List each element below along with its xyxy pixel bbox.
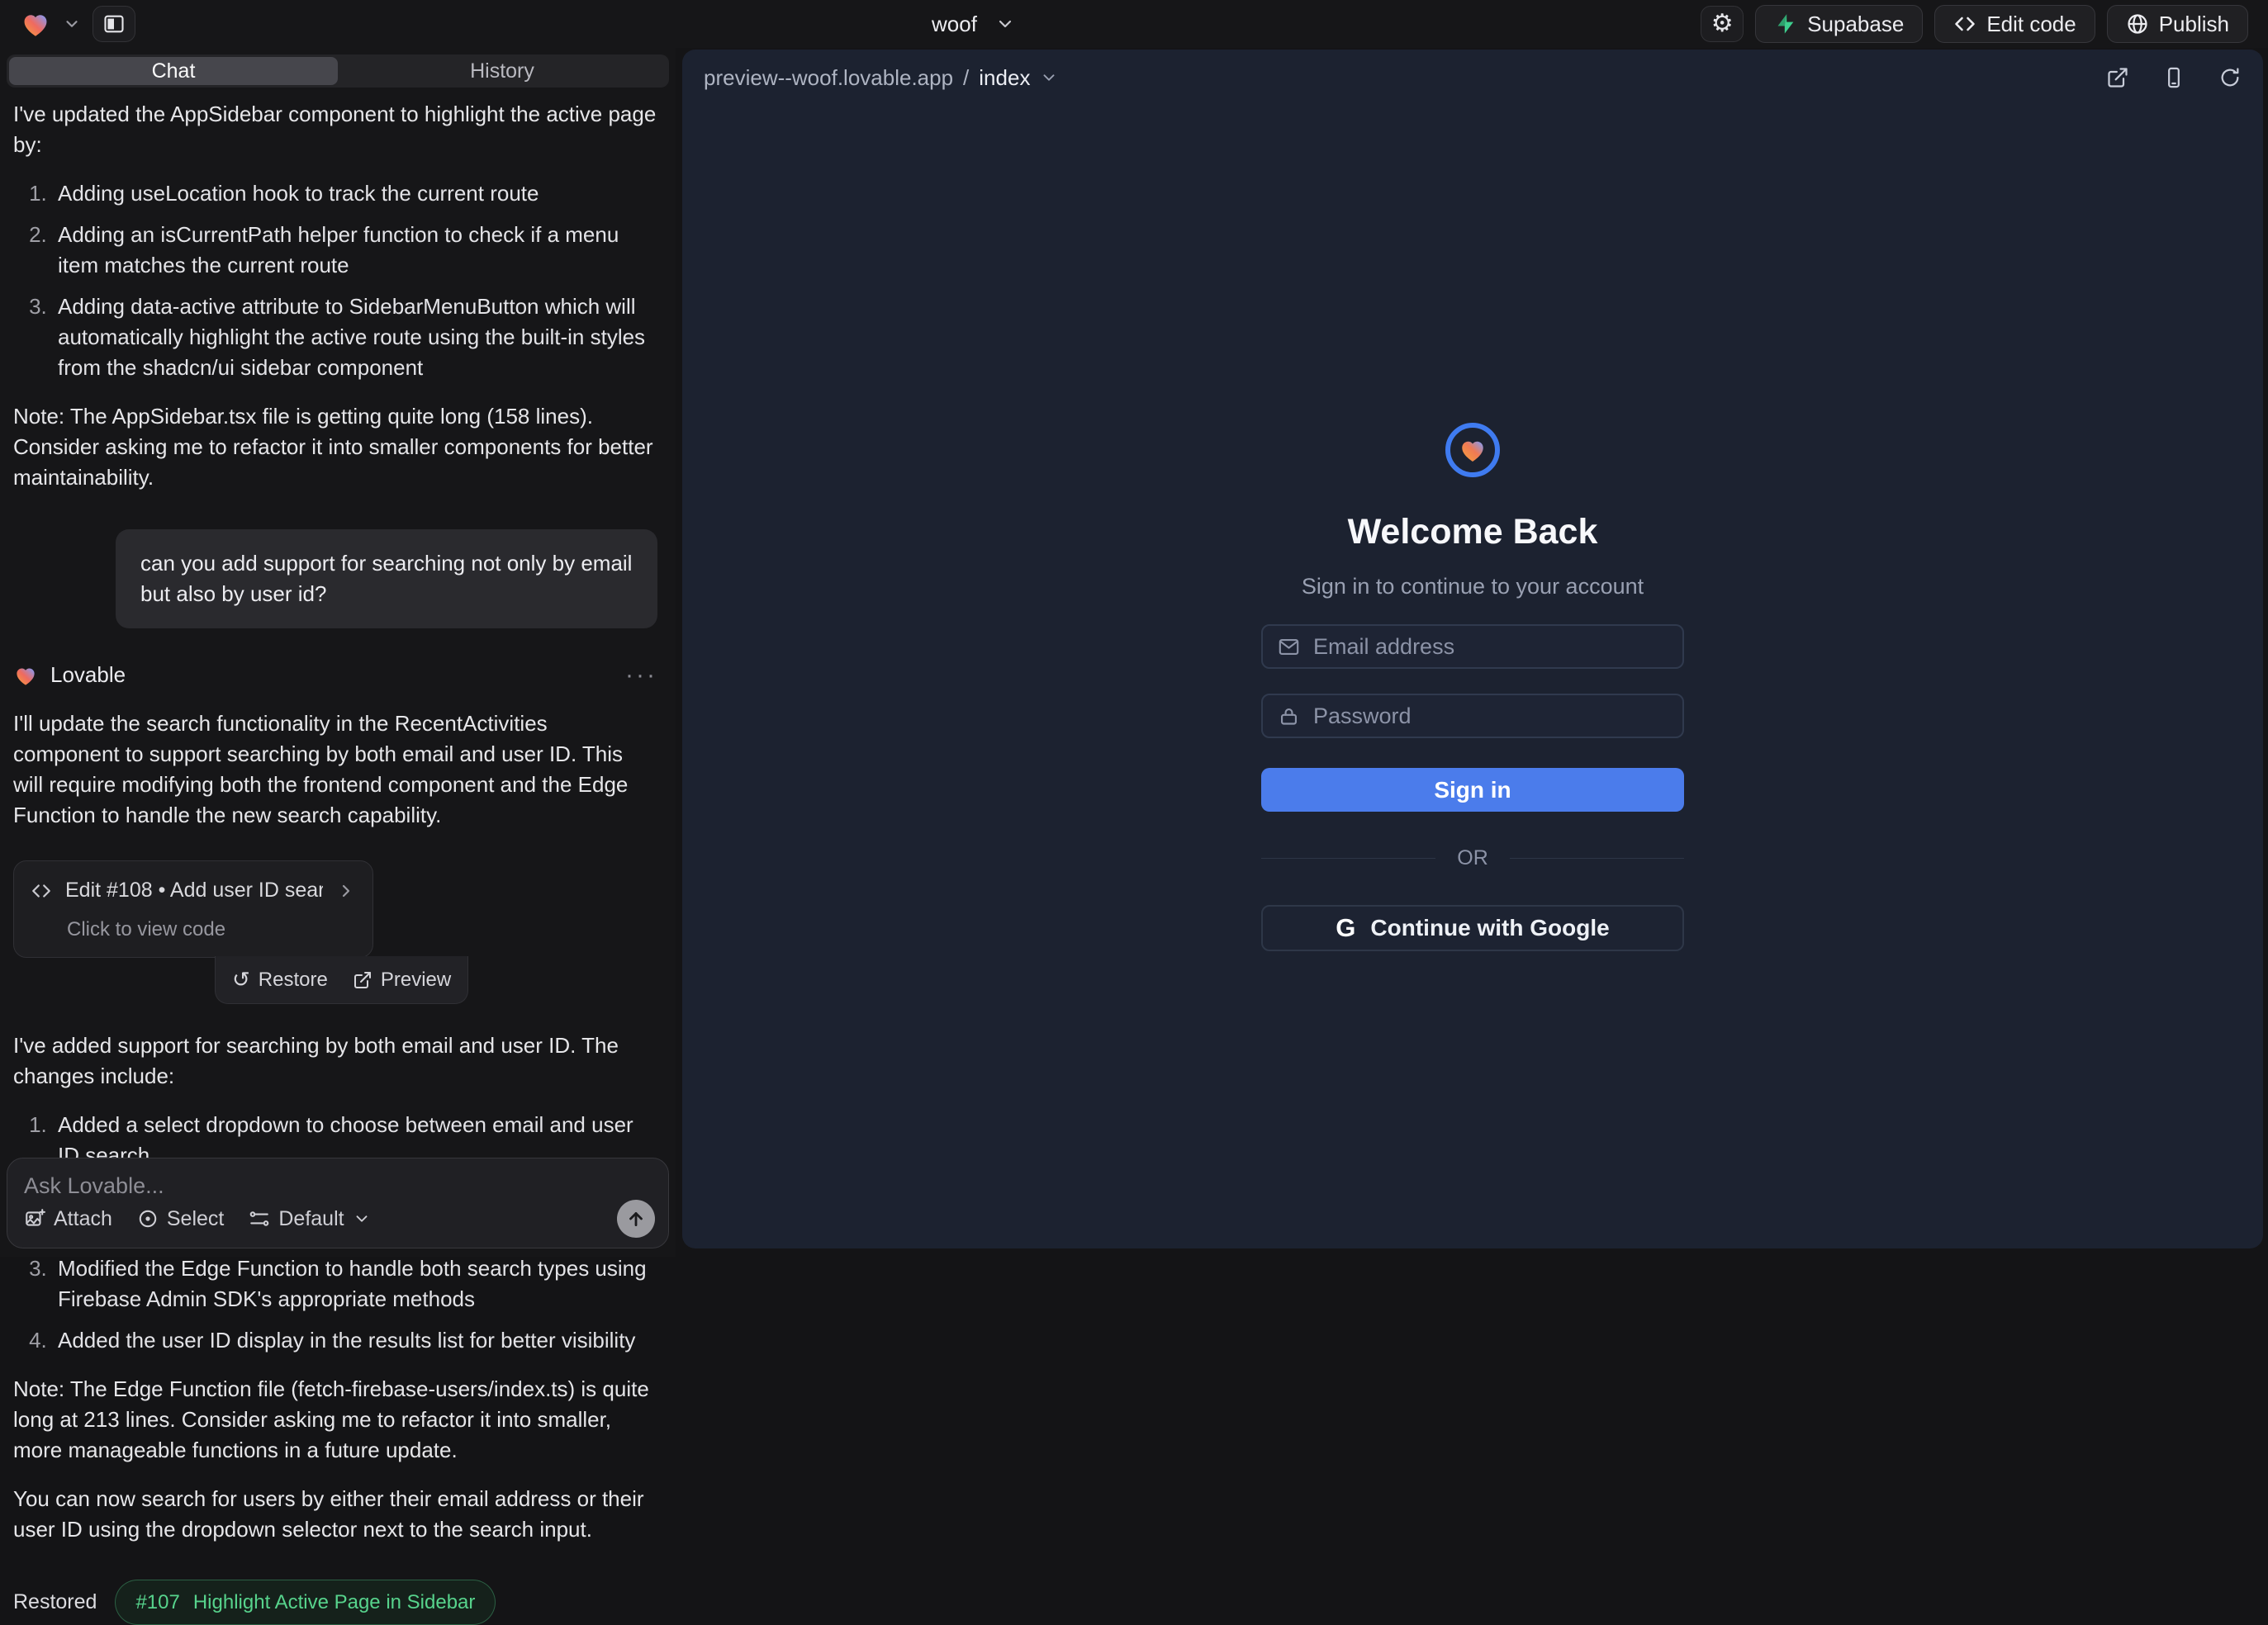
composer-input[interactable]: Ask Lovable... — [24, 1173, 652, 1199]
select-label: Select — [167, 1207, 224, 1231]
chevron-down-icon — [353, 1210, 371, 1228]
version-badge-id: #107 — [135, 1587, 179, 1618]
edit-card-subtitle: Click to view code — [67, 914, 356, 945]
restored-row: Restored #107 Highlight Active Page in S… — [13, 1580, 657, 1625]
open-in-new-tab-icon[interactable] — [2106, 66, 2129, 89]
signin-button[interactable]: Sign in — [1261, 768, 1684, 812]
restore-label: Restore — [259, 964, 328, 995]
chat-composer[interactable]: Ask Lovable... Attach Select Default — [7, 1158, 669, 1248]
refresh-icon[interactable] — [2218, 66, 2242, 89]
preview-page: index — [979, 65, 1030, 91]
signin-title: Welcome Back — [1348, 512, 1598, 552]
assistant-paragraph: I'll update the search functionality in … — [13, 708, 657, 831]
signin-page: Welcome Back Sign in to continue to your… — [682, 106, 2263, 1248]
app-logo — [1445, 423, 1500, 477]
edit-code-button[interactable]: Edit code — [1934, 5, 2095, 43]
list-item: Adding data-active attribute to SidebarM… — [53, 291, 657, 383]
chevron-down-icon — [995, 14, 1015, 34]
lovable-logo-heart-icon[interactable] — [20, 8, 51, 40]
publish-button[interactable]: Publish — [2107, 5, 2248, 43]
tab-chat[interactable]: Chat — [9, 57, 338, 85]
email-placeholder: Email address — [1313, 634, 1454, 660]
gear-icon: ⚙ — [1711, 12, 1734, 36]
preview-version-button[interactable]: Preview — [353, 964, 451, 995]
assistant-paragraph: I've added support for searching by both… — [13, 1030, 657, 1092]
heart-icon — [1458, 435, 1487, 465]
project-name: woof — [932, 12, 977, 37]
assistant-note: Note: The Edge Function file (fetch-fire… — [13, 1374, 657, 1466]
preview-domain: preview--woof.lovable.app — [704, 65, 953, 91]
globe-icon — [2126, 12, 2149, 36]
supabase-icon — [1774, 12, 1797, 36]
list-item: Adding useLocation hook to track the cur… — [53, 178, 657, 209]
signin-subtitle: Sign in to continue to your account — [1302, 574, 1644, 599]
version-badge-text: Highlight Active Page in Sidebar — [193, 1587, 476, 1618]
google-signin-button[interactable]: G Continue with Google — [1261, 905, 1684, 951]
mode-label: Default — [278, 1207, 344, 1231]
send-button[interactable] — [617, 1200, 655, 1238]
code-icon — [1953, 12, 1976, 36]
envelope-icon — [1278, 636, 1300, 658]
restored-label: Restored — [13, 1587, 97, 1618]
email-field[interactable]: Email address — [1261, 624, 1684, 669]
preview-url-breadcrumb[interactable]: preview--woof.lovable.app / index — [704, 65, 1058, 91]
attach-label: Attach — [54, 1207, 112, 1231]
assistant-name: Lovable — [50, 660, 126, 690]
list-item: Added the user ID display in the results… — [53, 1325, 657, 1356]
restore-button[interactable]: ↺ Restore — [232, 964, 328, 995]
version-actions-bar: ↺ Restore Preview — [215, 956, 468, 1004]
or-divider: OR — [1261, 846, 1684, 870]
google-g-icon: G — [1336, 913, 1355, 943]
edit-card-title: Edit #108 • Add user ID search supp... — [65, 875, 323, 906]
restore-icon: ↺ — [232, 969, 250, 991]
select-element-button[interactable]: Select — [137, 1207, 224, 1231]
edit-code-label: Edit code — [1986, 12, 2076, 37]
chat-history-tabs: Chat History — [7, 54, 669, 88]
arrow-up-icon — [625, 1208, 647, 1229]
lovable-heart-icon — [13, 663, 38, 688]
chevron-right-icon — [336, 881, 356, 901]
google-label: Continue with Google — [1370, 915, 1609, 941]
breadcrumb-separator: / — [963, 65, 969, 91]
settings-button[interactable]: ⚙ — [1701, 6, 1744, 42]
list-item: Adding an isCurrentPath helper function … — [53, 220, 657, 281]
external-link-icon — [353, 970, 372, 990]
supabase-label: Supabase — [1807, 12, 1904, 37]
select-target-icon — [137, 1208, 159, 1229]
assistant-paragraph: You can now search for users by either t… — [13, 1484, 657, 1545]
project-switcher[interactable]: woof — [932, 0, 1015, 48]
assistant-paragraph: I've updated the AppSidebar component to… — [13, 99, 657, 160]
mode-select-button[interactable]: Default — [249, 1207, 370, 1231]
chevron-down-icon — [1040, 69, 1058, 87]
attach-button[interactable]: Attach — [24, 1207, 112, 1231]
supabase-button[interactable]: Supabase — [1755, 5, 1923, 43]
preview-label: Preview — [381, 964, 451, 995]
edit-version-card[interactable]: Edit #108 • Add user ID search supp... C… — [13, 860, 373, 958]
password-field[interactable]: Password — [1261, 694, 1684, 738]
password-placeholder: Password — [1313, 704, 1412, 729]
sidebar-toggle-button[interactable] — [93, 6, 135, 42]
version-badge[interactable]: #107 Highlight Active Page in Sidebar — [115, 1580, 496, 1625]
preview-header: preview--woof.lovable.app / index — [682, 50, 2263, 106]
assistant-message-header: Lovable ··· — [13, 660, 657, 690]
sliders-icon — [249, 1208, 270, 1229]
user-message-bubble: can you add support for searching not on… — [116, 529, 657, 628]
assistant-note: Note: The AppSidebar.tsx file is getting… — [13, 401, 657, 493]
tab-history[interactable]: History — [338, 57, 667, 85]
lock-icon — [1278, 705, 1300, 727]
code-icon — [31, 880, 52, 902]
mobile-view-icon[interactable] — [2162, 66, 2185, 89]
message-more-button[interactable]: ··· — [625, 671, 657, 680]
chat-panel: Chat History I've updated the AppSidebar… — [0, 48, 676, 1257]
or-label: OR — [1457, 846, 1488, 870]
list-item: Modified the Edge Function to handle bot… — [53, 1253, 657, 1315]
publish-label: Publish — [2159, 12, 2229, 37]
chat-messages: I've updated the AppSidebar component to… — [0, 88, 671, 1625]
preview-panel: preview--woof.lovable.app / index Welcom… — [682, 50, 2263, 1248]
assistant-list: Adding useLocation hook to track the cur… — [53, 178, 657, 383]
attach-image-icon — [24, 1208, 45, 1229]
project-menu-chevron-icon[interactable] — [63, 15, 81, 33]
top-bar: woof ⚙ Supabase Edit code Publish — [0, 0, 2268, 48]
